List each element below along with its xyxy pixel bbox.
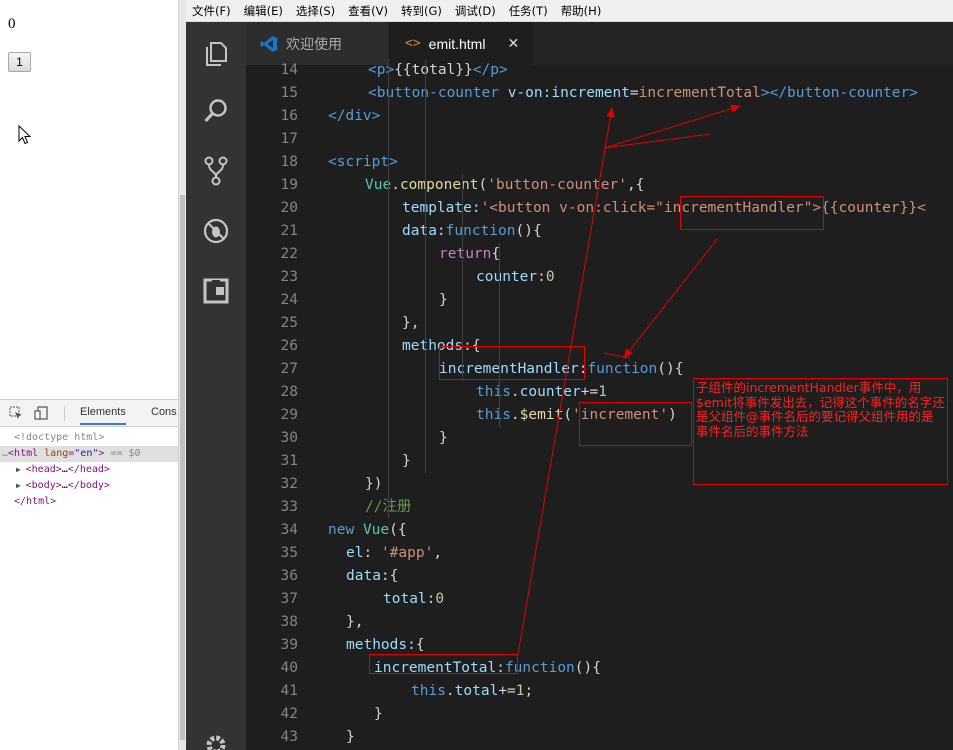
arrow-connector [603,133,711,149]
arrow-to-v-on-increment [517,107,615,655]
screenshot-root: 0 1 Elements Cons <!doctype html> …<html… [0,0,953,750]
arrow-to-incrementTotal [603,104,741,149]
arrow-to-method-definition [623,237,719,359]
annotation-arrows [517,104,741,655]
